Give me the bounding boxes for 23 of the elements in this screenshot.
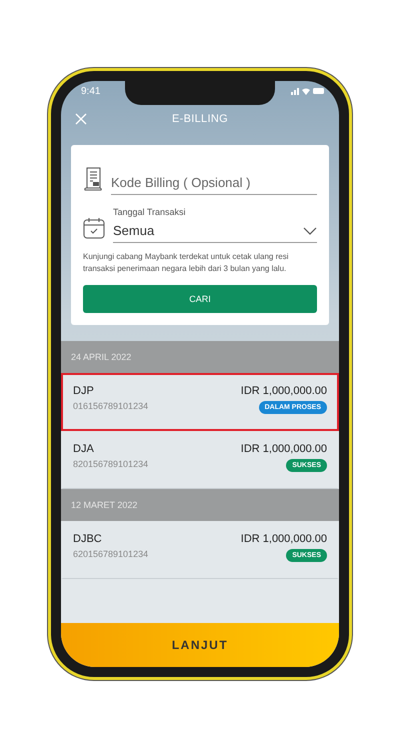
chevron-down-icon [303,226,317,234]
continue-button[interactable]: LANJUT [61,623,339,667]
status-time: 9:41 [81,86,100,96]
billing-number: 820156789101234 [73,459,148,469]
biller-name: DJBC [73,533,103,545]
close-icon[interactable] [75,113,87,125]
date-text: 12 MARET 2022 [71,500,138,510]
search-button[interactable]: CARI [83,285,317,313]
field-label: Tanggal Transaksi [113,207,187,217]
amount-text: IDR 1,000,000.00 [240,385,327,397]
screen-title: E-BILLING [172,113,228,125]
amount-text: IDR 1,000,000.00 [240,533,327,545]
date-text: 24 APRIL 2022 [71,352,132,362]
amount-text: IDR 1,000,000.00 [240,443,327,455]
receipt-icon [83,167,103,191]
info-note: Kunjungi cabang Maybank terdekat untuk cetak ulang resi transaksi penerimaan negara lebih dari 3 bulan yang lalu. [83,251,290,275]
status-icons [291,87,325,95]
date-dropdown[interactable]: Semua [113,221,317,243]
calendar-icon [83,217,105,239]
billing-number: 620156789101234 [73,549,148,559]
biller-name: DJP [73,385,95,397]
billing-number: 016156789101234 [73,401,148,411]
biller-name: DJA [73,443,95,455]
